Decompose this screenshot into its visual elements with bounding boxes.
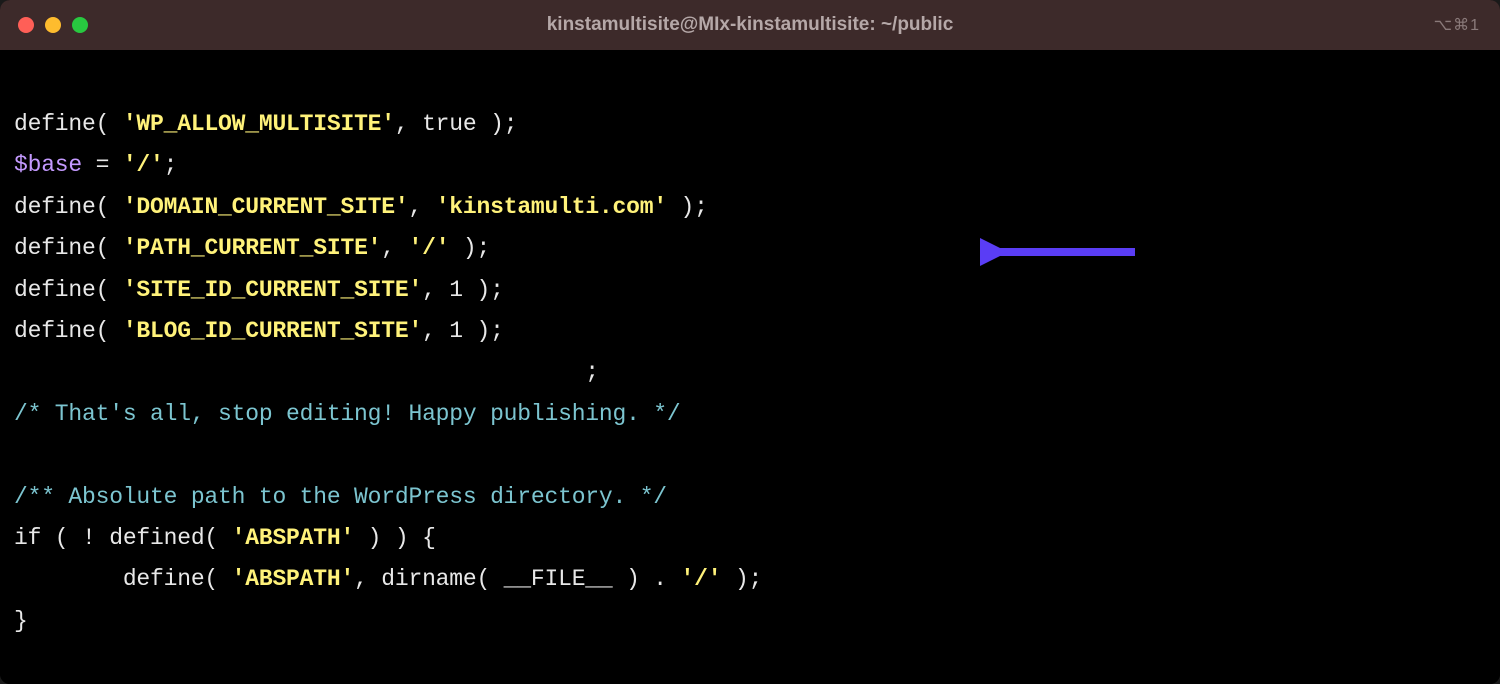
code-line-6: define( 'BLOG_ID_CURRENT_SITE', 1 ); — [14, 311, 1486, 352]
code-line-11: define( 'ABSPATH', dirname( __FILE__ ) .… — [14, 559, 1486, 600]
code-line-5: define( 'SITE_ID_CURRENT_SITE', 1 ); — [14, 270, 1486, 311]
terminal-content[interactable]: define( 'WP_ALLOW_MULTISITE', true ); $b… — [0, 50, 1500, 684]
code-line-1: define( 'WP_ALLOW_MULTISITE', true ); — [14, 104, 1486, 145]
code-line-7: ; — [14, 352, 1486, 393]
traffic-lights — [18, 17, 88, 33]
code-line-4: define( 'PATH_CURRENT_SITE', '/' ); — [14, 228, 1486, 269]
minimize-icon[interactable] — [45, 17, 61, 33]
close-icon[interactable] — [18, 17, 34, 33]
maximize-icon[interactable] — [72, 17, 88, 33]
shortcut-indicator: ⌥⌘1 — [1434, 15, 1480, 35]
arrow-annotation-icon — [980, 238, 1140, 266]
terminal-window: kinstamultisite@MIx-kinstamultisite: ~/p… — [0, 0, 1500, 684]
code-line-8: /* That's all, stop editing! Happy publi… — [14, 394, 1486, 435]
titlebar: kinstamultisite@MIx-kinstamultisite: ~/p… — [0, 0, 1500, 50]
window-title: kinstamultisite@MIx-kinstamultisite: ~/p… — [547, 14, 954, 36]
code-line-10: if ( ! defined( 'ABSPATH' ) ) { — [14, 518, 1486, 559]
code-line-2: $base = '/'; — [14, 145, 1486, 186]
code-line-9: /** Absolute path to the WordPress direc… — [14, 477, 1486, 518]
code-line-3: define( 'DOMAIN_CURRENT_SITE', 'kinstamu… — [14, 187, 1486, 228]
code-line-blank-1 — [14, 435, 1486, 476]
code-line-12: } — [14, 601, 1486, 642]
